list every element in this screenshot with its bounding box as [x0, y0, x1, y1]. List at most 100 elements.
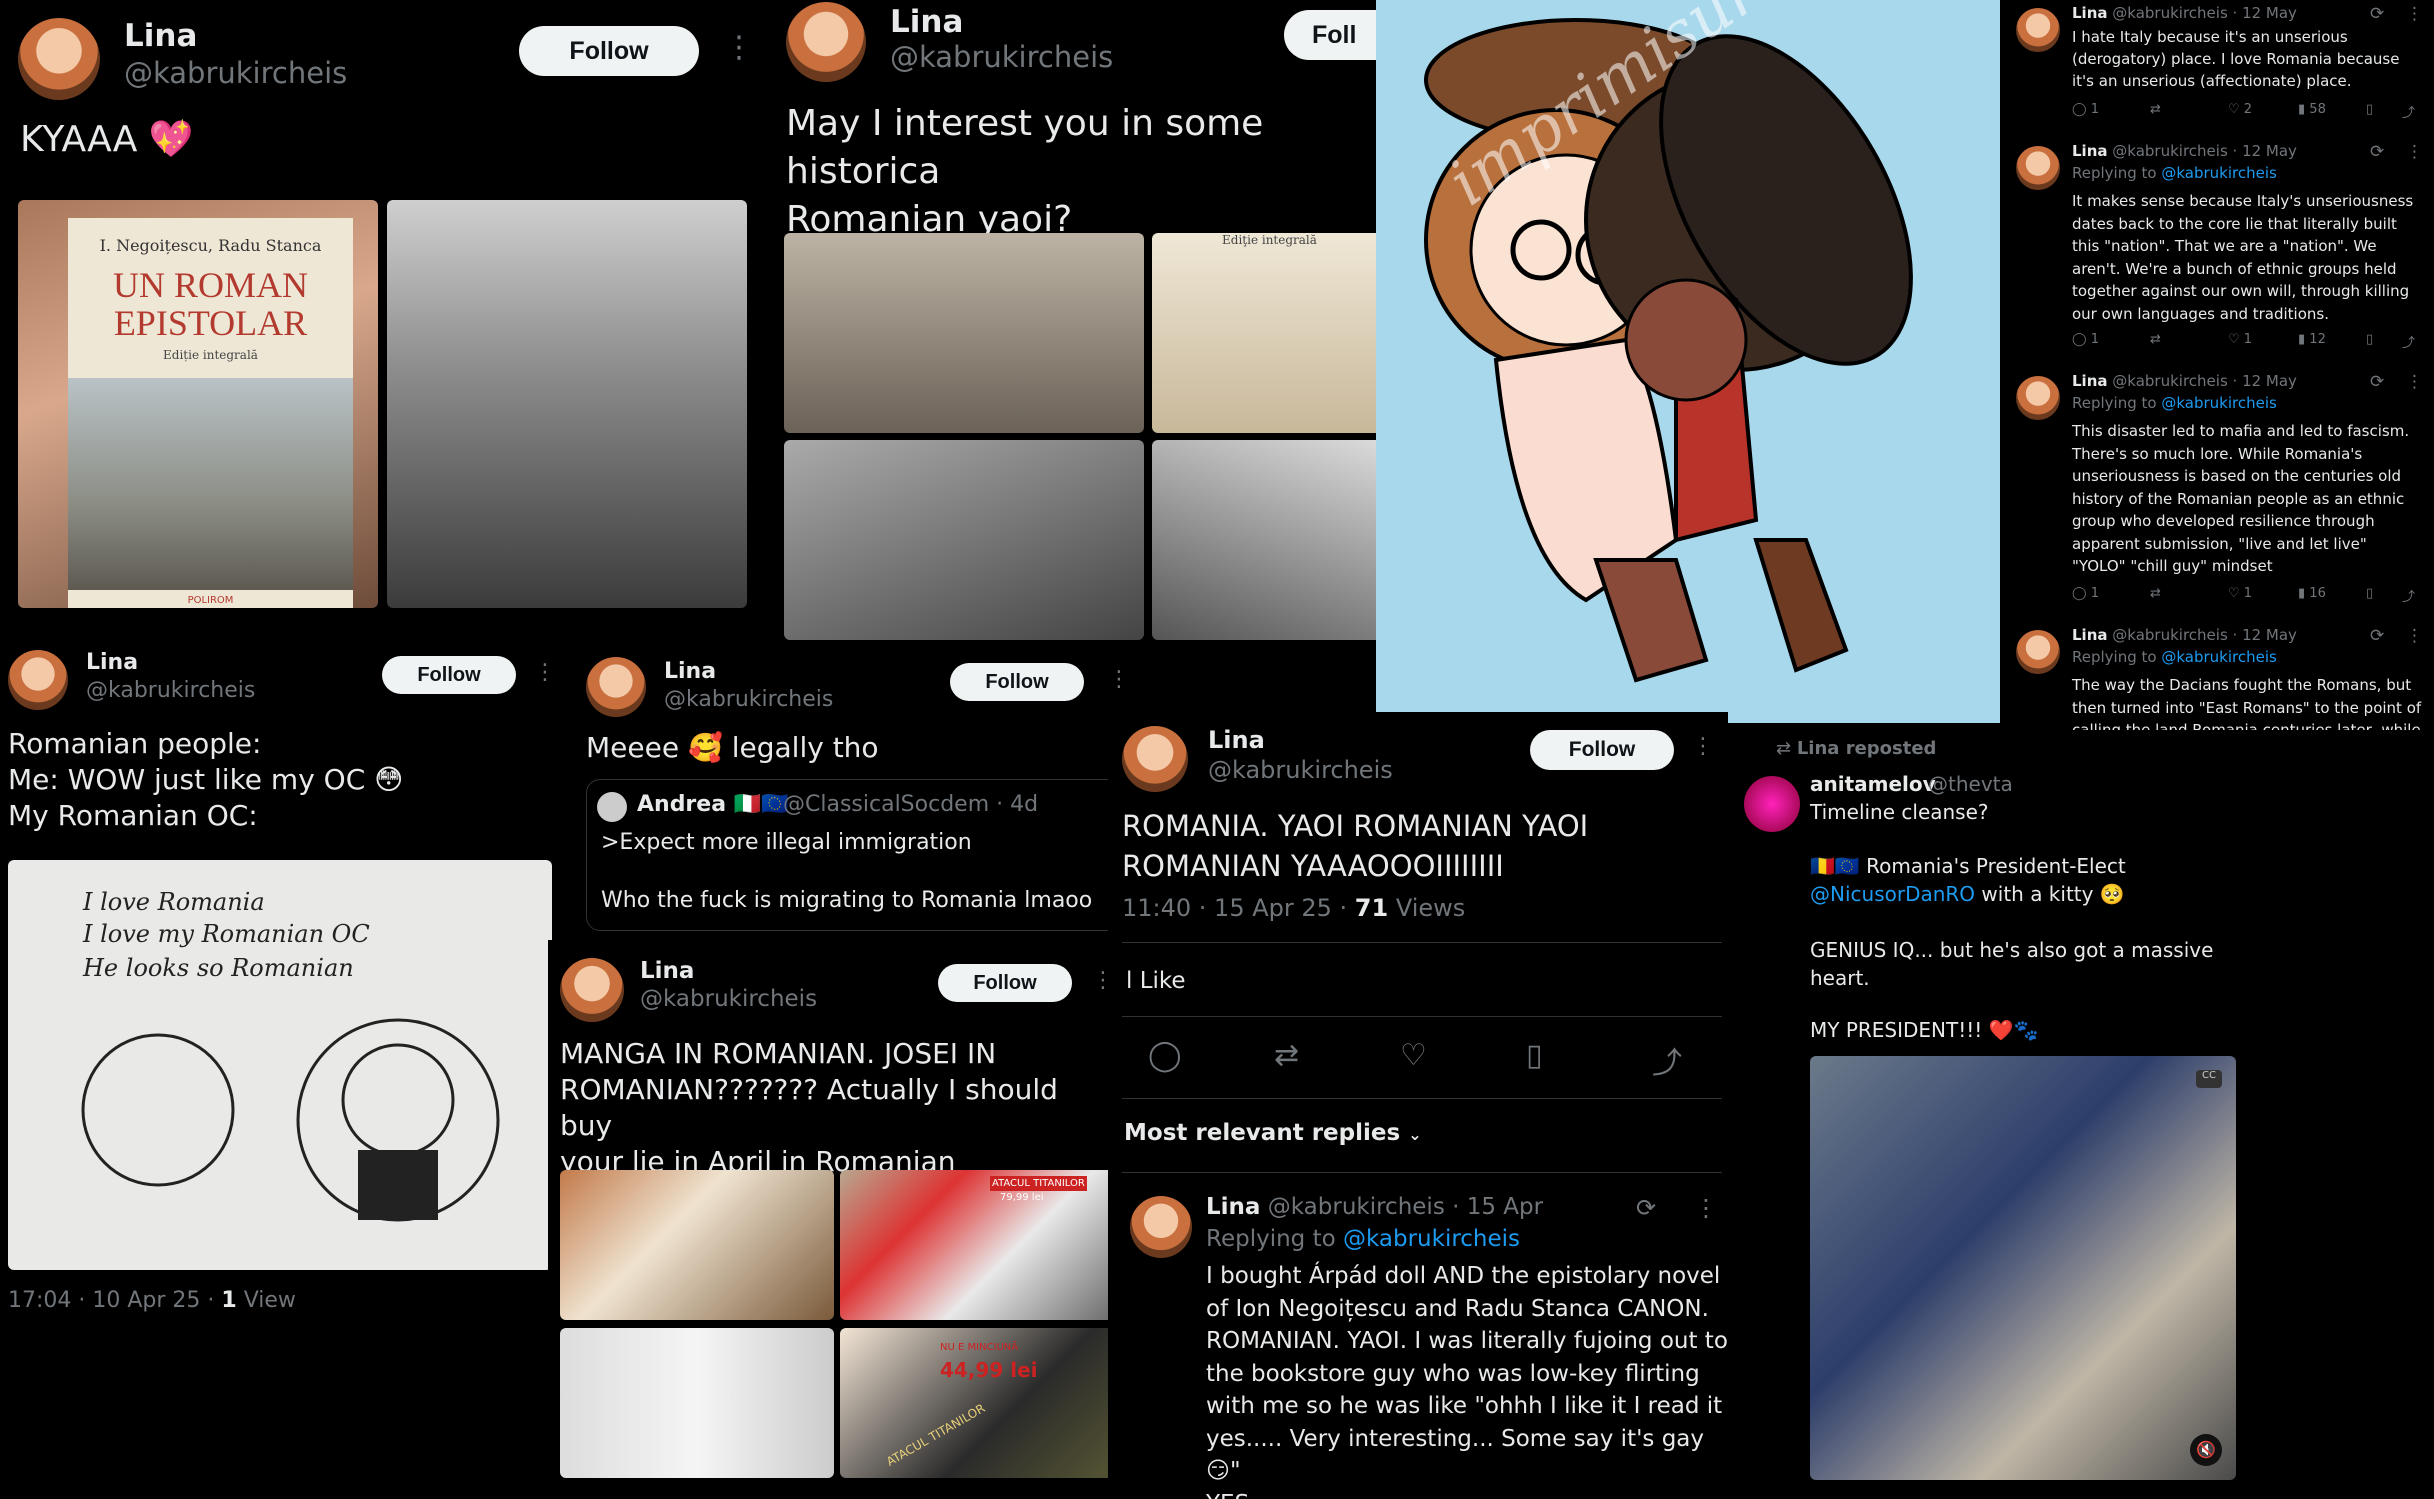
views-icon[interactable]: ▮ 58	[2298, 102, 2326, 117]
grok-icon[interactable]: ⟳	[2370, 142, 2384, 162]
quote-tweet[interactable]: Andrea 🇮🇹🇪🇺 @ClassicalSocdem · 4d >Expec…	[586, 779, 1120, 931]
grok-icon[interactable]: ⟳	[2370, 4, 2384, 24]
user-handle[interactable]: @kabrukircheis	[640, 986, 817, 1012]
follow-button[interactable]: Follow	[519, 26, 699, 76]
vintage-photo-two-men[interactable]	[387, 200, 747, 608]
avatar[interactable]	[2016, 146, 2060, 190]
more-options-icon[interactable]: ⋮	[2406, 372, 2423, 392]
more-options-icon[interactable]: ⋮	[724, 30, 754, 65]
repost-icon[interactable]: ⇄	[1274, 1038, 1299, 1073]
views-icon[interactable]: ▮ 16	[2298, 586, 2326, 601]
mute-icon[interactable]: 🔇	[2190, 1434, 2222, 1466]
more-options-icon[interactable]: ⋮	[534, 660, 556, 685]
more-options-icon[interactable]: ⋮	[2406, 626, 2423, 646]
grok-icon[interactable]: ⟳	[1636, 1194, 1656, 1222]
like-icon[interactable]: ♡ 1	[2228, 586, 2252, 601]
user-handle[interactable]: @kabrukircheis	[1208, 756, 1393, 784]
reply-icon[interactable]: ◯ 1	[2072, 332, 2099, 347]
like-icon[interactable]: ♡	[1400, 1038, 1427, 1073]
reply-icon[interactable]: ◯	[1148, 1038, 1182, 1073]
more-options-icon[interactable]: ⋮	[2406, 142, 2423, 162]
views-icon[interactable]: ▮ 12	[2298, 332, 2326, 347]
user-name[interactable]: Lina	[890, 4, 963, 40]
follow-button[interactable]: Follow	[950, 663, 1084, 701]
share-icon[interactable]: ⤴	[2402, 102, 2415, 121]
book-cover-photo[interactable]: Ediţie integrală	[1152, 233, 1376, 433]
follow-button[interactable]: Follow	[938, 964, 1072, 1002]
bookmark-icon[interactable]: ▯	[2366, 586, 2373, 601]
follow-button[interactable]: Follow	[1530, 730, 1674, 770]
user-name[interactable]: Lina	[640, 958, 694, 984]
captions-icon[interactable]: CC	[2196, 1070, 2222, 1088]
grok-icon[interactable]: ⟳	[2370, 626, 2384, 646]
manga-shelf-photo-2[interactable]: ATACUL TITANILOR 79,99 lei	[840, 1170, 1108, 1320]
user-name[interactable]: Lina	[2072, 372, 2108, 390]
avatar[interactable]	[2016, 630, 2060, 674]
avatar[interactable]	[586, 657, 646, 717]
user-handle[interactable]: @kabrukircheis	[890, 40, 1113, 74]
reply-icon[interactable]: ◯ 1	[2072, 586, 2099, 601]
oc-drawing-photo[interactable]: I love Romania I love my Romanian OC He …	[8, 860, 552, 1270]
manga-shelf-photo-1[interactable]	[560, 1170, 834, 1320]
user-name[interactable]: Lina	[86, 650, 138, 675]
mention-link[interactable]: @NicusorDanRO	[1810, 882, 1975, 906]
bookmark-icon[interactable]: ▯	[2366, 102, 2373, 117]
avatar[interactable]	[2016, 376, 2060, 420]
user-handle[interactable]: @kabrukircheis	[124, 56, 347, 90]
like-count-row[interactable]: l Like	[1126, 968, 1186, 994]
user-name[interactable]: Lina	[2072, 626, 2108, 644]
repost-icon[interactable]: ⇄	[2150, 102, 2161, 117]
more-options-icon[interactable]: ⋮	[1092, 968, 1108, 993]
repost-icon[interactable]: ⇄	[2150, 586, 2161, 601]
user-name[interactable]: Lina	[2072, 4, 2108, 22]
avatar[interactable]	[18, 18, 100, 100]
kitty-video[interactable]: CC 🔇	[1810, 1056, 2236, 1480]
bookmark-icon[interactable]: ▯	[1526, 1038, 1543, 1073]
vintage-photo-two-men-suits[interactable]	[784, 233, 1144, 433]
avatar[interactable]	[8, 650, 68, 710]
portrait-man-2[interactable]	[1152, 440, 1376, 640]
bookmark-icon[interactable]: ▯	[2366, 332, 2373, 347]
portrait-man-1[interactable]	[784, 440, 1144, 640]
follow-button[interactable]: Follow	[382, 656, 516, 694]
repost-author-handle[interactable]: @thevta	[1928, 772, 2013, 796]
follow-button[interactable]: Foll	[1284, 10, 1376, 60]
book-photo[interactable]: I. Negoițescu, Radu Stanca UN ROMAN EPIS…	[18, 200, 378, 608]
repost-author-name[interactable]: anitamelov	[1810, 772, 1936, 796]
share-icon[interactable]: ⤴	[2402, 586, 2415, 605]
reply-icon[interactable]: ◯ 1	[2072, 102, 2099, 117]
replies-sort-dropdown[interactable]: Most relevant replies ⌄	[1124, 1120, 1422, 1146]
avatar[interactable]	[1744, 776, 1800, 832]
user-name[interactable]: Lina	[664, 659, 716, 684]
like-icon[interactable]: ♡ 2	[2228, 102, 2252, 117]
user-name[interactable]: Lina	[1208, 726, 1265, 754]
reply-target-link[interactable]: @kabrukircheis	[2161, 164, 2276, 182]
user-handle[interactable]: @kabrukircheis	[86, 678, 255, 703]
share-icon[interactable]: ⤴	[2402, 332, 2415, 351]
grok-icon[interactable]: ⟳	[2370, 372, 2384, 392]
user-name[interactable]: Lina	[1206, 1194, 1260, 1220]
repost-icon[interactable]: ⇄	[2150, 332, 2161, 347]
avatar[interactable]	[2016, 8, 2060, 52]
user-name[interactable]: Lina	[2072, 142, 2108, 160]
reply-target-link[interactable]: @kabrukircheis	[2161, 648, 2276, 666]
reply-target-link[interactable]: @kabrukircheis	[1343, 1226, 1520, 1252]
avatar[interactable]	[560, 958, 624, 1022]
like-icon[interactable]: ♡ 1	[2228, 332, 2252, 347]
user-handle[interactable]: @kabrukircheis	[664, 687, 833, 712]
chibi-art-panel[interactable]: imprimisura	[1376, 0, 2000, 723]
more-options-icon[interactable]: ⋮	[1694, 1194, 1718, 1222]
avatar[interactable]	[786, 2, 866, 82]
reply-target-link[interactable]: @kabrukircheis	[2161, 394, 2276, 412]
user-name[interactable]: Lina	[124, 18, 197, 54]
more-options-icon[interactable]: ⋮	[1108, 667, 1120, 692]
avatar[interactable]	[1130, 1196, 1192, 1258]
more-options-icon[interactable]: ⋮	[2406, 4, 2423, 24]
book-cover: I. Negoițescu, Radu Stanca UN ROMAN EPIS…	[68, 218, 353, 608]
manga-page-photo[interactable]	[560, 1328, 834, 1478]
more-options-icon[interactable]: ⋮	[1692, 734, 1714, 759]
manga-books-photo[interactable]: NU E MINCIUNĂ 44,99 lei ATACUL TITANILOR	[840, 1328, 1108, 1478]
share-icon[interactable]: ⤴	[1652, 1038, 1682, 1082]
post-historical-yaoi: Lina @kabrukircheis Foll May I interest …	[770, 0, 1376, 645]
avatar[interactable]	[1122, 726, 1188, 792]
